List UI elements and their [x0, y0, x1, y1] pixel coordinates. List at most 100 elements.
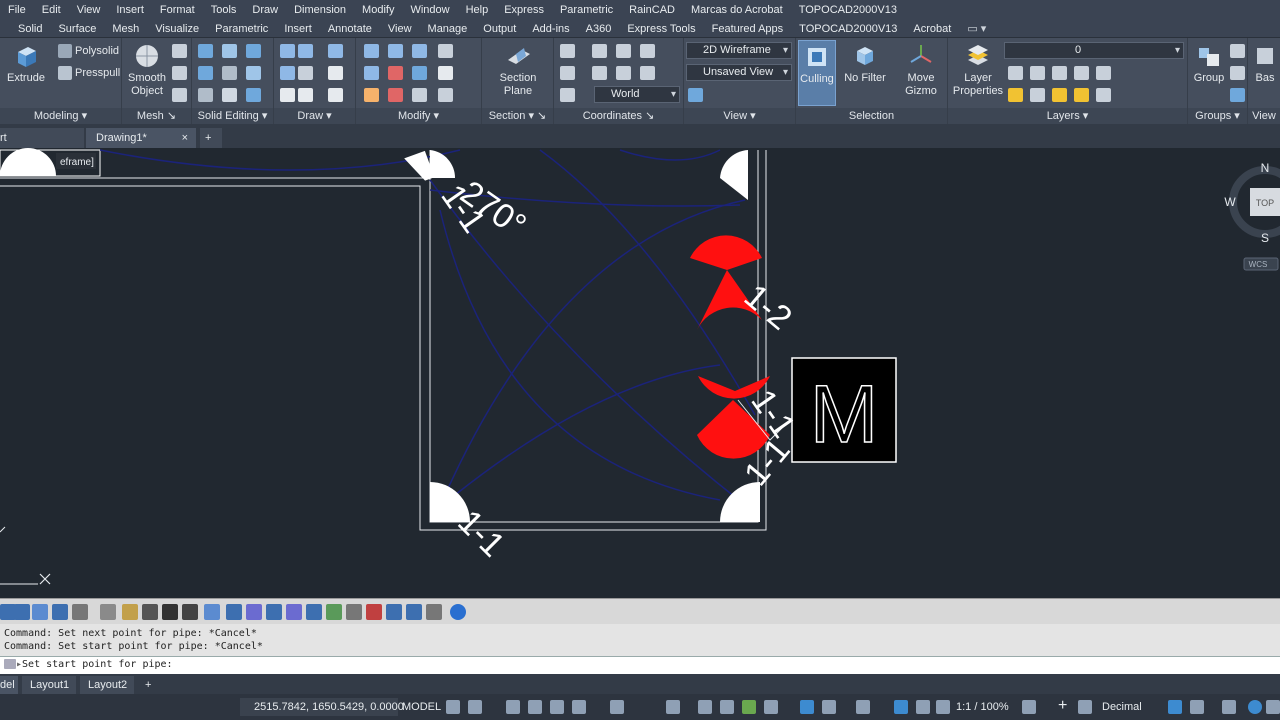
tab-acrobat[interactable]: Acrobat	[905, 23, 959, 35]
ungroup-icon[interactable]	[1230, 44, 1245, 58]
panel-title-draw[interactable]: Draw ▾	[274, 108, 355, 124]
polyline-3d-icon[interactable]	[298, 44, 313, 58]
layer-dropdown[interactable]: 0	[1004, 42, 1184, 59]
menu-draw[interactable]: Draw	[244, 4, 286, 16]
panel-title-mesh[interactable]: Mesh ↘	[122, 108, 191, 124]
lock-ui-icon[interactable]	[1190, 700, 1204, 714]
menu-raincad[interactable]: RainCAD	[621, 4, 683, 16]
layer-tool-icon[interactable]	[1074, 88, 1089, 102]
toolbar-icon[interactable]	[142, 604, 158, 620]
extract-edges-icon[interactable]	[246, 44, 261, 58]
line-icon[interactable]	[298, 66, 313, 80]
toolbar-icon[interactable]	[426, 604, 442, 620]
section-plane-button[interactable]: Section Plane	[496, 42, 540, 98]
object-snap-icon[interactable]	[666, 700, 680, 714]
tab-featured-apps[interactable]: Featured Apps	[704, 23, 792, 35]
ribbon-options-icon[interactable]: ▭ ▾	[959, 22, 994, 35]
close-tab-icon[interactable]: ×	[182, 128, 188, 148]
toolbar-icon[interactable]	[162, 604, 178, 620]
dynamic-ucs-icon[interactable]	[800, 700, 814, 714]
new-layout-button[interactable]: +	[140, 676, 160, 694]
layer-tool-icon[interactable]	[1008, 66, 1023, 80]
lineweight-icon[interactable]	[698, 700, 712, 714]
viewport-style-label[interactable]: eframe]	[60, 157, 94, 168]
subtract-icon[interactable]	[222, 44, 237, 58]
rectangle-icon[interactable]	[298, 88, 313, 102]
ortho-icon[interactable]	[550, 700, 564, 714]
viewport-config-icon[interactable]	[688, 88, 703, 102]
selection-filter-icon[interactable]	[822, 700, 836, 714]
menu-insert[interactable]: Insert	[108, 4, 152, 16]
tab-model[interactable]: del	[0, 676, 18, 694]
toolbar-icon[interactable]	[182, 604, 198, 620]
mesh-tool-icon[interactable]	[172, 44, 187, 58]
transparency-icon[interactable]	[720, 700, 734, 714]
panel-title-layers[interactable]: Layers ▾	[948, 108, 1187, 124]
tab-layout2[interactable]: Layout2	[80, 676, 134, 694]
layer-tool-icon[interactable]	[1008, 88, 1023, 102]
toolbar-icon[interactable]	[286, 604, 302, 620]
toolbar-icon[interactable]	[386, 604, 402, 620]
layer-tool-icon[interactable]	[1030, 88, 1045, 102]
tab-layout1[interactable]: Layout1	[22, 676, 76, 694]
selection-cycling-icon[interactable]	[742, 700, 756, 714]
group-button[interactable]: Group	[1190, 42, 1228, 85]
tab-mesh[interactable]: Mesh	[104, 23, 147, 35]
group-select-icon[interactable]	[1230, 88, 1245, 102]
ucs-object-icon[interactable]	[616, 66, 631, 80]
annotation-scale-icon[interactable]	[936, 700, 950, 714]
presspull-button[interactable]: Presspull	[58, 66, 120, 80]
trim-icon[interactable]	[364, 88, 379, 102]
chamfer-icon[interactable]	[438, 66, 453, 80]
panel-title-coordinates[interactable]: Coordinates ↘	[554, 108, 683, 124]
tab-visualize[interactable]: Visualize	[147, 23, 207, 35]
units-dropdown[interactable]: Decimal	[1102, 698, 1142, 716]
toolbar-icon[interactable]	[306, 604, 322, 620]
tab-start[interactable]: rt	[0, 128, 84, 148]
polyline-icon[interactable]	[280, 44, 295, 58]
rotate-3d-icon[interactable]	[388, 66, 403, 80]
toolbar-icon[interactable]	[72, 604, 88, 620]
ucs-3point-icon[interactable]	[616, 44, 631, 58]
toolbar-icon[interactable]	[100, 604, 116, 620]
tab-parametric[interactable]: Parametric	[207, 23, 276, 35]
command-line-input[interactable]: ▸Set start point for pipe:	[0, 656, 1280, 674]
ucs-x-icon[interactable]	[640, 44, 655, 58]
mirror-3d-icon[interactable]	[388, 88, 403, 102]
tab-solid[interactable]: Solid	[0, 23, 50, 35]
ucs-origin-icon[interactable]	[592, 44, 607, 58]
mesh-tool-icon[interactable]	[172, 88, 187, 102]
tab-drawing1[interactable]: Drawing1* ×	[86, 128, 196, 148]
align-icon[interactable]	[412, 66, 427, 80]
annotation-visibility-icon[interactable]	[894, 700, 908, 714]
water-drop-icon[interactable]	[450, 604, 466, 620]
tab-annotate[interactable]: Annotate	[320, 23, 380, 35]
array-icon[interactable]	[438, 44, 453, 58]
tab-output[interactable]: Output	[475, 23, 524, 35]
tab-surface[interactable]: Surface	[50, 23, 104, 35]
customize-icon[interactable]	[1266, 700, 1280, 714]
plus-icon[interactable]: +	[1058, 698, 1072, 714]
3d-osnap-icon[interactable]	[764, 700, 778, 714]
intersect-icon[interactable]	[198, 66, 213, 80]
extrude-button[interactable]: Extrude	[4, 42, 48, 85]
toolbar-icon[interactable]	[204, 604, 220, 620]
clean-screen-icon[interactable]	[1248, 700, 1262, 714]
workspace-gear-icon[interactable]	[1022, 700, 1036, 714]
toolbar-icon[interactable]	[122, 604, 138, 620]
group-edit-icon[interactable]	[1230, 66, 1245, 80]
layer-tool-icon[interactable]	[1052, 88, 1067, 102]
tab-addins[interactable]: Add-ins	[524, 23, 577, 35]
ucs-icon[interactable]	[560, 44, 575, 58]
menu-file[interactable]: File	[0, 4, 34, 16]
toolbar-icon[interactable]	[32, 604, 48, 620]
culling-button[interactable]: Culling	[798, 40, 836, 106]
menu-topocad[interactable]: TOPOCAD2000V13	[791, 4, 905, 16]
layer-tool-icon[interactable]	[1096, 88, 1111, 102]
interfere-icon[interactable]	[198, 88, 213, 102]
grid-icon[interactable]	[446, 700, 460, 714]
toolbar-icon[interactable]	[14, 604, 30, 620]
ucs-z-icon[interactable]	[640, 66, 655, 80]
panel-title-solid-editing[interactable]: Solid Editing ▾	[192, 108, 273, 124]
toolbar-icon[interactable]	[226, 604, 242, 620]
